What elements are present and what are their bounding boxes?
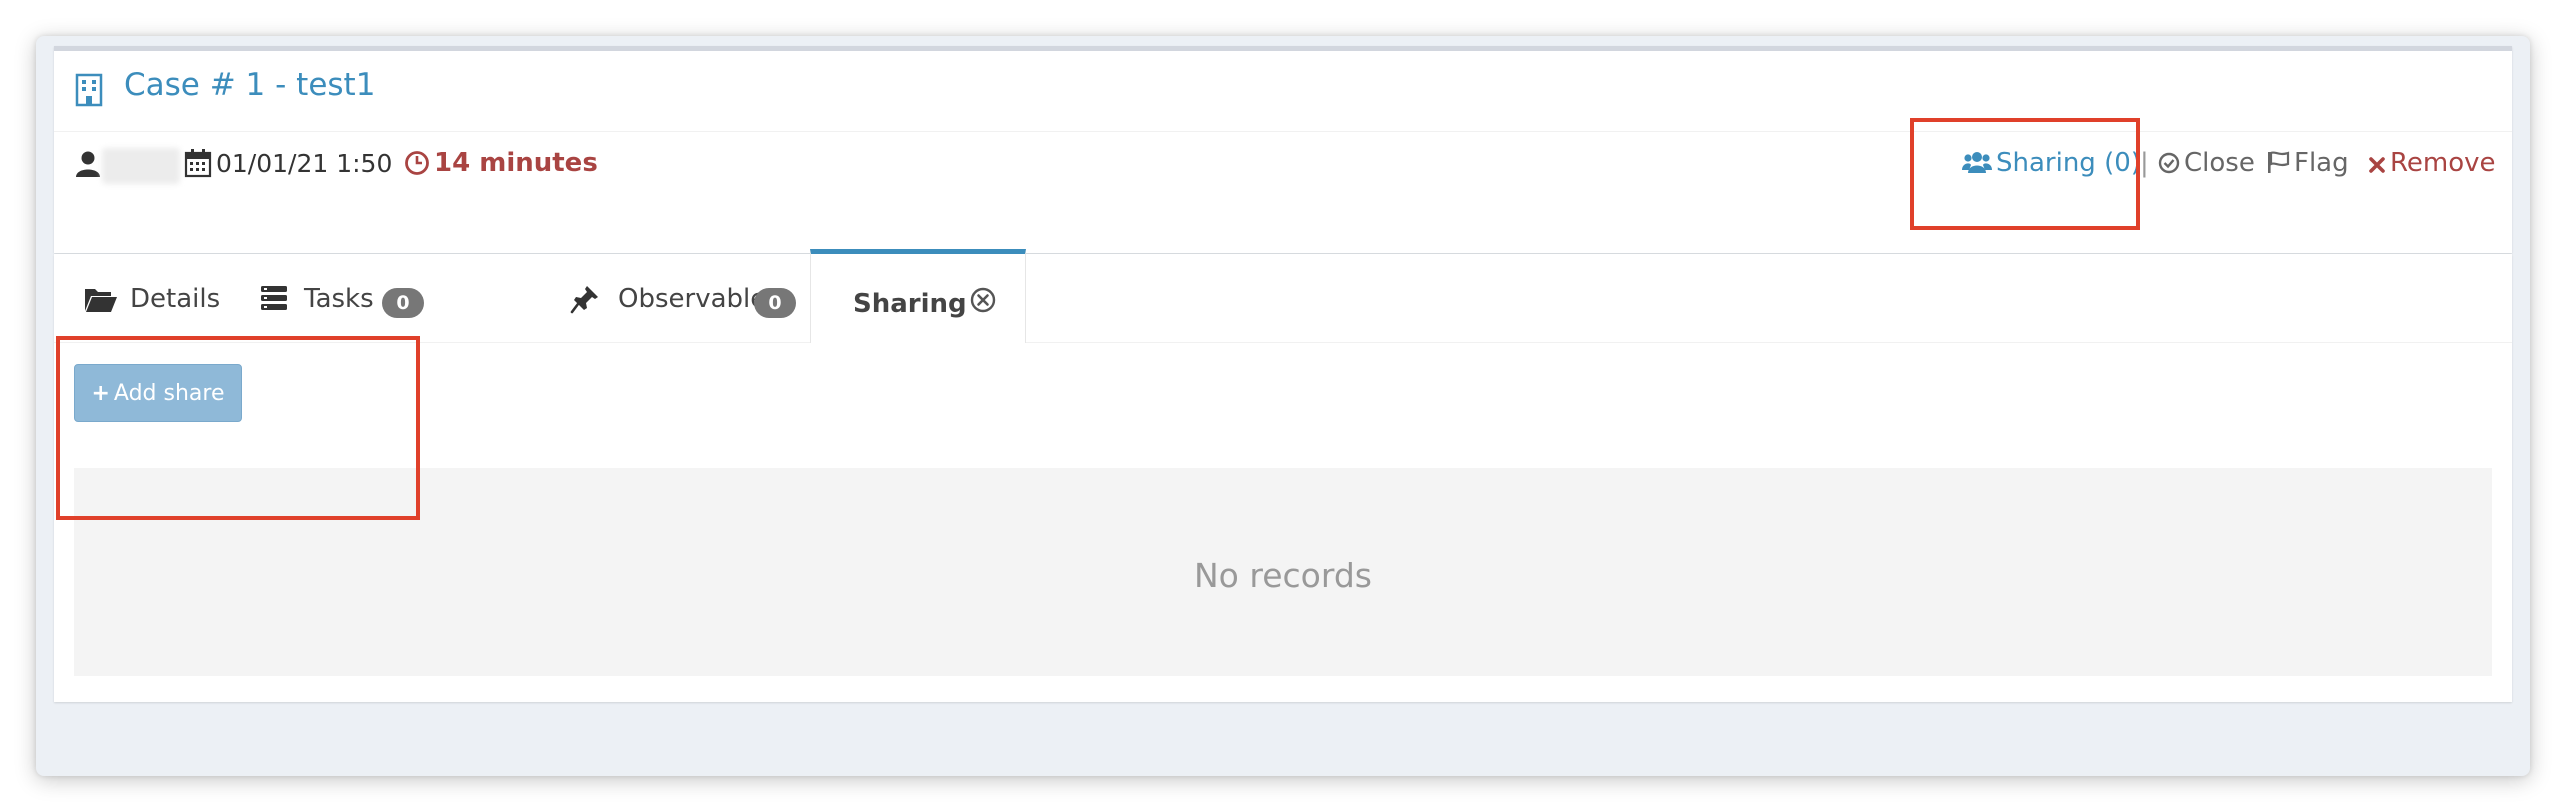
tab-details[interactable]: Details [54,254,244,342]
highlight-sharing-action [1910,118,2140,230]
user-icon [76,151,100,177]
tab-details-label: Details [130,284,221,314]
tab-observables[interactable]: Observables 0 [474,254,814,342]
case-meta-row: 01/01/21 1:50 14 minutes Sharing (0) | C… [54,132,2512,248]
case-title[interactable]: Case # 1 - test1 [124,67,375,103]
pin-icon [570,286,598,314]
no-records-text: No records [1194,556,1372,595]
remove-case-button[interactable]: Remove [2368,148,2496,178]
case-header: Case # 1 - test1 01/01/21 1:50 14 minute… [54,46,2512,253]
highlight-add-share [56,336,420,520]
tab-sharing-label: Sharing [853,289,967,319]
check-circle-icon [2158,152,2180,174]
case-duration: 14 minutes [434,148,598,178]
close-circle-icon[interactable] [969,286,997,314]
close-case-button[interactable]: Close [2158,148,2255,178]
clock-icon [405,151,429,175]
close-case-label: Close [2184,148,2255,178]
tab-strip: Details Tasks 0 Observables 0 Sharing [54,249,2512,343]
tab-tasks-label: Tasks [304,284,374,314]
flag-case-label: Flag [2294,148,2349,178]
shares-empty-state: No records [74,468,2492,676]
case-tabs-panel: Details Tasks 0 Observables 0 Sharing + … [54,249,2512,702]
flag-icon [2268,151,2290,173]
actions-separator: | [2140,148,2149,178]
observables-count-badge: 0 [754,288,796,318]
times-icon [2369,157,2385,173]
tasks-count-badge: 0 [382,288,424,318]
case-title-row: Case # 1 - test1 [54,51,2512,132]
building-icon [75,73,103,107]
owner-name-blurred [102,148,180,184]
app-window: Case # 1 - test1 01/01/21 1:50 14 minute… [36,36,2530,776]
case-date: 01/01/21 1:50 [216,149,393,178]
calendar-icon [184,149,212,178]
remove-case-label: Remove [2390,148,2496,178]
flag-case-button[interactable]: Flag [2266,148,2349,178]
folder-open-icon [85,289,117,312]
tab-sharing[interactable]: Sharing [810,249,1026,343]
tab-tasks[interactable]: Tasks 0 [244,254,474,342]
tasks-icon [261,286,287,310]
